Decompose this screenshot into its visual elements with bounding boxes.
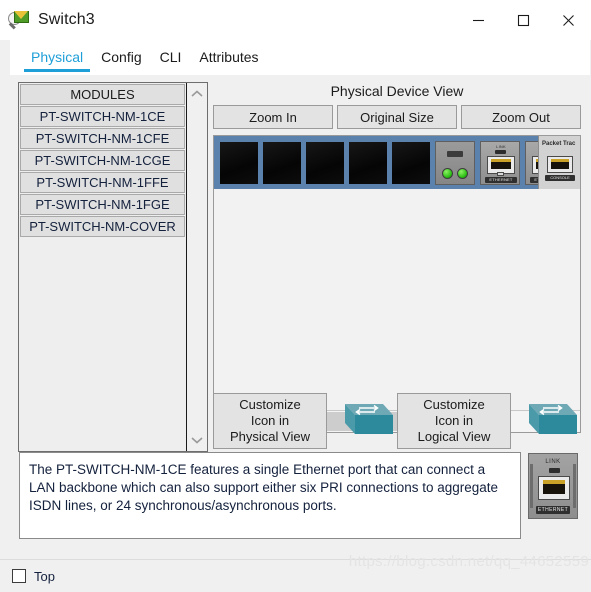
original-size-button[interactable]: Original Size	[337, 105, 457, 129]
module-item-pt-switch-nm-1cge[interactable]: PT-SWITCH-NM-1CGE	[20, 150, 185, 171]
switch-chassis[interactable]: LINK ETHERNET LINK ETHERNET LINK	[214, 136, 580, 189]
zoom-in-button[interactable]: Zoom In	[213, 105, 333, 129]
tab-physical[interactable]: Physical	[22, 40, 92, 75]
customize-logical-line3: Logical View	[417, 429, 491, 444]
modules-panel: MODULES PT-SWITCH-NM-1CE PT-SWITCH-NM-1C…	[18, 82, 208, 452]
module-item-pt-switch-nm-1fge[interactable]: PT-SWITCH-NM-1FGE	[20, 194, 185, 215]
tab-config[interactable]: Config	[92, 40, 150, 75]
customize-physical-line1: Customize	[239, 397, 301, 412]
ethernet-port-module[interactable]: LINK ETHERNET	[480, 140, 520, 185]
maximize-icon[interactable]	[501, 0, 546, 40]
console-port-icon[interactable]	[547, 156, 573, 173]
customize-physical-line3: Physical View	[230, 429, 310, 444]
status-led-icon	[457, 167, 468, 179]
zoom-button-row: Zoom In Original Size Zoom Out	[213, 105, 581, 129]
chevron-down-icon[interactable]	[187, 431, 207, 449]
empty-module-slot[interactable]	[306, 141, 344, 184]
empty-module-slot[interactable]	[392, 141, 430, 184]
zoom-out-button[interactable]: Zoom Out	[461, 105, 581, 129]
link-label: LINK	[496, 143, 506, 149]
window-controls	[456, 0, 591, 40]
close-icon[interactable]	[546, 0, 591, 40]
rj45-icon	[538, 476, 570, 500]
chevron-up-icon[interactable]	[187, 85, 207, 103]
customize-physical-line2: Icon in	[250, 413, 290, 428]
modules-list-header: MODULES	[20, 84, 185, 105]
module-item-pt-switch-nm-1ffe[interactable]: PT-SWITCH-NM-1FFE	[20, 172, 185, 193]
customize-logical-line2: Icon in	[434, 413, 474, 428]
tab-strip: Physical Config CLI Attributes	[0, 40, 591, 75]
customize-icon-logical-view-button[interactable]: Customize Icon in Logical View	[397, 393, 511, 449]
device-view-canvas[interactable]: LINK ETHERNET LINK ETHERNET LINK	[213, 135, 581, 433]
customize-row: Customize Icon in Physical View Customiz…	[213, 392, 581, 450]
bottom-bar: Top	[0, 559, 591, 592]
window-title: Switch3	[38, 11, 95, 28]
empty-module-slot[interactable]	[263, 141, 301, 184]
top-checkbox-label: Top	[34, 568, 55, 584]
empty-module-slot[interactable]	[349, 141, 387, 184]
packet-tracer-label: Packet Trac	[542, 141, 576, 147]
empty-module-slot[interactable]	[220, 141, 258, 184]
console-panel[interactable]: Packet Trac CONSOLE	[538, 136, 580, 189]
module-item-pt-switch-nm-1ce[interactable]: PT-SWITCH-NM-1CE	[20, 106, 185, 127]
tab-cli[interactable]: CLI	[151, 40, 191, 75]
ethernet-label: ETHERNET	[536, 506, 570, 514]
module-item-pt-switch-nm-1cfe[interactable]: PT-SWITCH-NM-1CFE	[20, 128, 185, 149]
switch-icon[interactable]	[515, 398, 577, 444]
customize-logical-line1: Customize	[423, 397, 485, 412]
window-titlebar: Switch3	[0, 0, 591, 40]
minimize-icon[interactable]	[456, 0, 501, 40]
switch-icon[interactable]	[331, 398, 393, 444]
modules-list[interactable]: MODULES PT-SWITCH-NM-1CE PT-SWITCH-NM-1C…	[19, 83, 187, 451]
physical-tab-content: MODULES PT-SWITCH-NM-1CE PT-SWITCH-NM-1C…	[0, 75, 591, 560]
modules-scrollbar[interactable]	[187, 83, 207, 451]
physical-device-view-title: Physical Device View	[330, 83, 464, 99]
top-checkbox[interactable]	[12, 569, 26, 583]
ethernet-label: ETHERNET	[485, 176, 517, 183]
tab-attributes[interactable]: Attributes	[190, 40, 267, 75]
ethernet-module-icon: LINK ETHERNET	[528, 453, 578, 519]
device-configuration-window: Switch3 Physical Config CLI Attributes M…	[0, 0, 591, 592]
module-description-text: The PT-SWITCH-NM-1CE features a single E…	[19, 452, 521, 539]
packet-tracer-icon	[8, 9, 30, 31]
customize-icon-physical-view-button[interactable]: Customize Icon in Physical View	[213, 393, 327, 449]
nm-led-module[interactable]	[435, 140, 475, 185]
link-label: LINK	[545, 459, 561, 465]
module-item-pt-switch-nm-cover[interactable]: PT-SWITCH-NM-COVER	[20, 216, 185, 237]
console-label: CONSOLE	[545, 175, 575, 181]
status-led-icon	[442, 167, 453, 179]
